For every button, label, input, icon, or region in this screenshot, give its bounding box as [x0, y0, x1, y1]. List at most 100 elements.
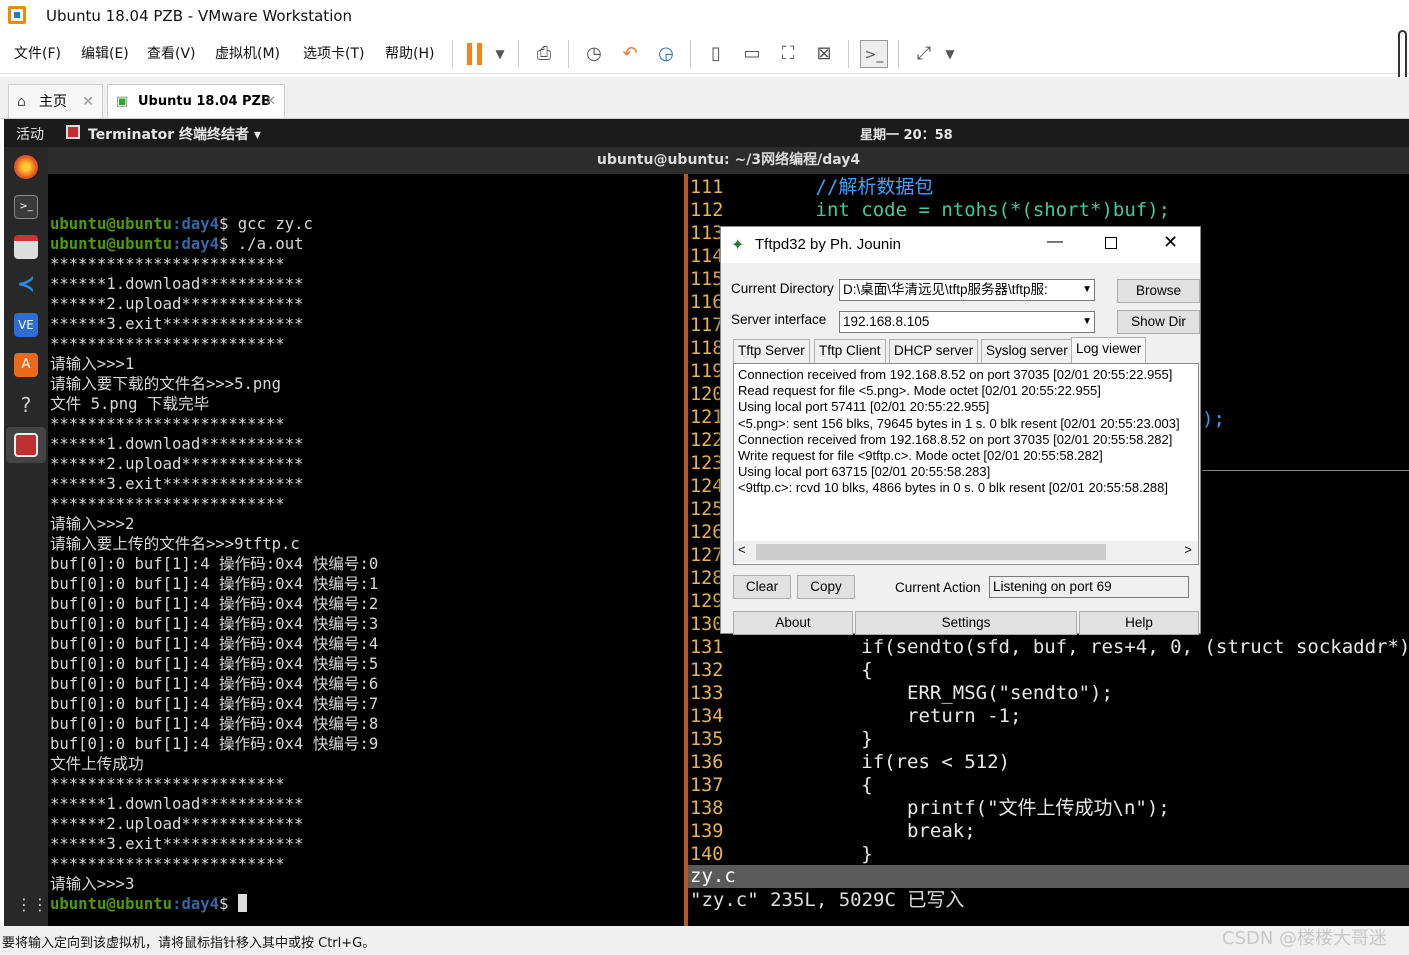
code-line: {	[724, 659, 873, 681]
about-button[interactable]: About	[733, 611, 853, 635]
terminal-line: buf[0]:0 buf[1]:4 操作码:0x4 快编号:8	[50, 715, 379, 733]
server-interface-select[interactable]: 192.168.8.105 ▼	[839, 311, 1095, 333]
menu-tabs[interactable]: 选项卡(T)	[303, 43, 364, 63]
menu-file[interactable]: 文件(F)	[14, 43, 61, 63]
tab-ubuntu[interactable]: ▣ Ubuntu 18.04 PZB ✕	[107, 84, 285, 118]
prompt-user: ubuntu@ubuntu	[50, 215, 173, 233]
line-number: 124	[690, 476, 724, 497]
line-number: 130	[690, 614, 724, 635]
current-directory-field[interactable]: D:\桌面\华清远见\tftp服务器\tftp服: ▼	[839, 279, 1095, 301]
tab-tftp-server[interactable]: Tftp Server	[733, 339, 810, 363]
help-icon[interactable]: ?	[14, 393, 38, 417]
sidebar-icon[interactable]: ▯	[702, 40, 730, 68]
terminal-icon[interactable]: >_	[14, 195, 38, 219]
close-icon[interactable]: ✕	[265, 85, 276, 119]
files-icon[interactable]	[14, 235, 38, 259]
unity-icon[interactable]: ⊠	[810, 40, 838, 68]
chevron-left-icon[interactable]: <	[738, 542, 746, 557]
title-bar: Ubuntu 18.04 PZB - VMware Workstation	[0, 0, 1409, 32]
terminal-line: 文件上传成功	[50, 755, 144, 773]
snapshot-manager-icon[interactable]: ◶	[652, 40, 680, 68]
browse-button[interactable]: Browse	[1117, 279, 1200, 303]
stretch-icon[interactable]: ⤢	[910, 40, 938, 68]
command-text: $ ./a.out	[219, 235, 304, 253]
settings-button[interactable]: Settings	[855, 611, 1077, 635]
terminal-line: buf[0]:0 buf[1]:4 操作码:0x4 快编号:9	[50, 735, 379, 753]
tftpd32-title: Tftpd32 by Ph. Jounin	[755, 236, 901, 253]
left-terminal-pane[interactable]: ubuntu@ubuntu:day4$ gcc zy.c ubuntu@ubunt…	[48, 174, 684, 926]
vim-command-line: "zy.c" 235L, 5029C 已写入	[690, 889, 965, 911]
vmware-window: Ubuntu 18.04 PZB - VMware Workstation 文件…	[0, 0, 1409, 955]
terminal-line: ******3.exit***************	[50, 835, 304, 853]
tab-home-label: 主页	[39, 94, 67, 110]
tab-tftp-client[interactable]: Tftp Client	[814, 339, 886, 363]
tab-dhcp-server[interactable]: DHCP server	[889, 339, 979, 363]
command-text: $	[219, 895, 238, 913]
terminal-line: ******2.upload*************	[50, 815, 304, 833]
line-number: 127	[690, 545, 724, 566]
close-icon[interactable]: ✕	[1163, 232, 1178, 253]
copy-button[interactable]: Copy	[797, 575, 855, 599]
home-icon: ⌂	[17, 94, 26, 110]
ubuntu-dock: >_ ≺ VE A ? ⋮⋮⋮	[4, 147, 64, 926]
tftpd32-titlebar[interactable]: ✦ Tftpd32 by Ph. Jounin — ✕	[721, 227, 1200, 263]
terminal-line: *************************	[50, 255, 285, 273]
menu-view[interactable]: 查看(V)	[147, 43, 196, 63]
code-line: }	[724, 728, 873, 750]
software-center-icon[interactable]: A	[14, 353, 38, 377]
terminal-line: ******1.download***********	[50, 795, 304, 813]
chevron-down-icon[interactable]: ▼	[936, 40, 964, 68]
current-directory-label: Current Directory	[731, 281, 834, 296]
show-dir-button[interactable]: Show Dir	[1117, 310, 1200, 334]
clear-button[interactable]: Clear	[733, 575, 791, 599]
line-number: 137	[690, 775, 724, 796]
tab-ubuntu-label: Ubuntu 18.04 PZB	[138, 94, 271, 109]
close-icon[interactable]: ✕	[82, 85, 94, 119]
line-number: 133	[690, 683, 724, 704]
vscode-icon[interactable]: ≺	[14, 273, 38, 297]
menu-vm[interactable]: 虚拟机(M)	[215, 43, 280, 63]
prompt-user: ubuntu@ubuntu	[50, 895, 173, 913]
line-number: 119	[690, 361, 724, 382]
help-button[interactable]: Help	[1079, 611, 1199, 635]
chevron-right-icon[interactable]: >	[1184, 542, 1192, 557]
log-viewer-box[interactable]: Connection received from 192.168.8.52 on…	[733, 363, 1199, 565]
menu-toolbar: 文件(F) 编辑(E) 查看(V) 虚拟机(M) 选项卡(T) 帮助(H) ▼ …	[0, 32, 1409, 74]
chevron-down-icon[interactable]: ▼	[1082, 280, 1092, 300]
tab-syslog-server[interactable]: Syslog server	[981, 339, 1073, 363]
log-entry: Using local port 63715 [02/01 20:55:58.2…	[738, 464, 991, 480]
send-keys-icon[interactable]: ⎙	[530, 40, 558, 68]
terminator-dock-icon[interactable]	[14, 433, 38, 457]
revert-snapshot-icon[interactable]: ↶	[616, 40, 644, 68]
thumbnail-icon[interactable]: ▭	[738, 40, 766, 68]
vscode-insiders-icon[interactable]: VE	[14, 313, 38, 337]
activities-button[interactable]: 活动	[16, 124, 44, 144]
chevron-down-icon[interactable]: ▼	[1082, 312, 1092, 332]
chevron-down-icon[interactable]: ▼	[486, 40, 514, 68]
code-line: break;	[724, 820, 976, 842]
snapshot-icon[interactable]: ◷	[580, 40, 608, 68]
pause-icon[interactable]	[467, 43, 472, 65]
clock[interactable]: 星期一 20：58	[860, 124, 953, 143]
terminal-line: ******3.exit***************	[50, 475, 304, 493]
app-menu[interactable]: Terminator 终端终结者 ▾	[88, 124, 261, 144]
menu-help[interactable]: 帮助(H)	[385, 43, 434, 63]
log-horizontal-scrollbar[interactable]: < >	[734, 541, 1198, 563]
line-number: 120	[690, 384, 724, 405]
tab-log-viewer[interactable]: Log viewer	[1071, 337, 1147, 363]
fullscreen-icon[interactable]: ⛶	[774, 40, 802, 68]
server-interface-label: Server interface	[731, 312, 827, 327]
log-entry: Read request for file <5.png>. Mode octe…	[738, 383, 1101, 399]
log-entry: Using local port 57411 [02/01 20:55:22.9…	[738, 399, 990, 415]
tab-home[interactable]: ⌂ 主页 ✕	[8, 84, 103, 118]
minimize-icon[interactable]: —	[1047, 233, 1063, 251]
scroll-thumb[interactable]	[756, 544, 1106, 560]
terminal-line: 文件 5.png 下载完毕	[50, 395, 210, 413]
maximize-icon[interactable]	[1105, 237, 1117, 249]
line-number: 129	[690, 591, 724, 612]
terminal-line: ******2.upload*************	[50, 455, 304, 473]
menu-edit[interactable]: 编辑(E)	[81, 43, 129, 63]
console-view-icon[interactable]: >_	[860, 40, 888, 68]
firefox-icon[interactable]	[14, 155, 38, 179]
terminal-line: 请输入>>>3	[50, 875, 135, 893]
